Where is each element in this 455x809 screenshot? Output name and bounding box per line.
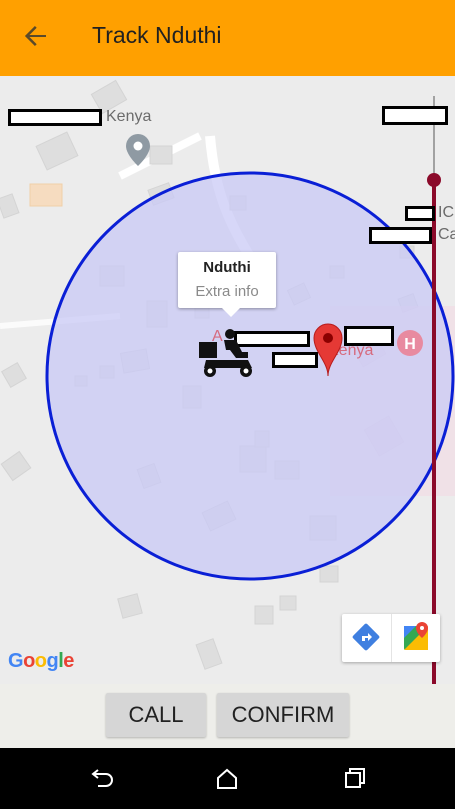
info-window-title: Nduthi <box>203 259 251 276</box>
redacted-label <box>405 206 435 221</box>
page-title: Track Nduthi <box>92 22 222 48</box>
arrow-back-icon[interactable] <box>20 20 52 52</box>
app-bar: Track Nduthi <box>0 0 455 76</box>
nav-recents-icon[interactable] <box>336 762 370 796</box>
nav-home-icon[interactable] <box>210 762 244 796</box>
map-view[interactable]: H Kenya i Kenya A IC Ca Nduthi Extra inf… <box>0 76 455 684</box>
confirm-button[interactable]: CONFIRM <box>217 693 349 737</box>
nav-back-icon[interactable] <box>84 762 118 796</box>
map-label-ca: Ca <box>438 226 455 243</box>
system-nav-bar <box>0 748 455 809</box>
directions-icon[interactable] <box>342 614 392 662</box>
delivery-scooter-icon[interactable] <box>196 328 258 380</box>
info-window-subtitle: Extra info <box>195 283 259 300</box>
redacted-label <box>8 109 102 126</box>
google-maps-icon[interactable] <box>391 614 440 662</box>
google-logo: Google <box>8 650 74 672</box>
action-bar: CALL CONFIRM <box>0 684 455 748</box>
map-toolbar <box>342 614 440 662</box>
map-label: Kenya <box>106 108 152 125</box>
svg-text:H: H <box>404 336 416 353</box>
marker-info-window[interactable]: Nduthi Extra info <box>178 252 276 317</box>
location-pin-icon[interactable] <box>312 322 344 378</box>
map-label-ic: IC <box>438 204 454 221</box>
call-button[interactable]: CALL <box>106 693 206 737</box>
redacted-label <box>344 326 394 346</box>
redacted-label <box>382 106 448 125</box>
redacted-label <box>369 227 432 244</box>
